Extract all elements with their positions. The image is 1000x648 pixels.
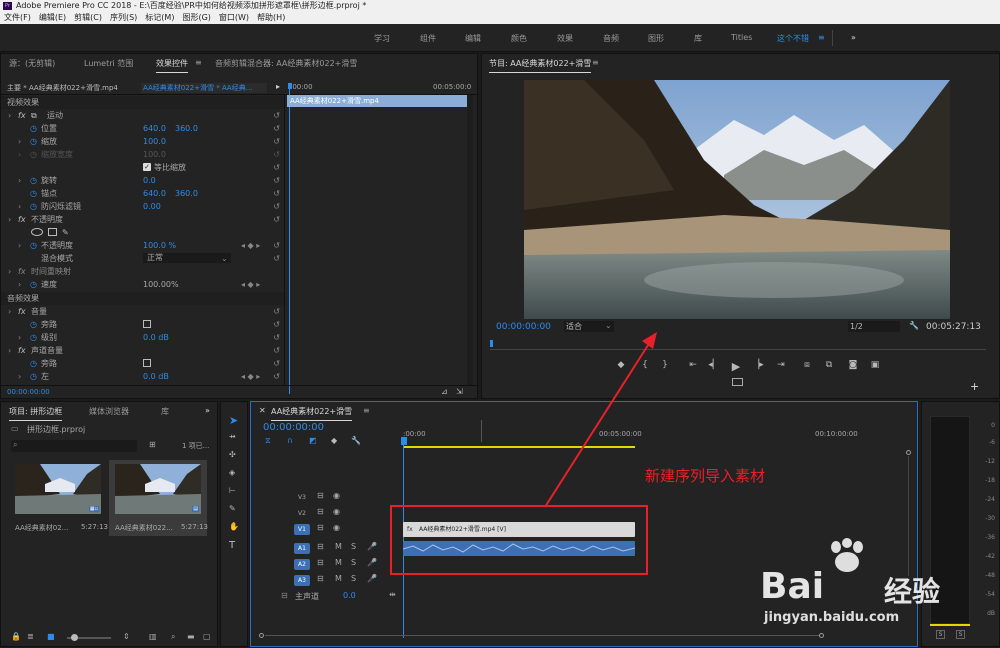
solo-left-button[interactable]: S	[936, 630, 945, 639]
meter-peak-line	[930, 624, 970, 626]
annotation-arrow	[544, 332, 657, 508]
solo-right-button[interactable]: S	[956, 630, 965, 639]
audio-meter-panel: 0 -6 -12 -18 -24 -30 -36 -42 -48 -54 dB …	[921, 401, 1000, 647]
meter-bars	[930, 416, 970, 624]
